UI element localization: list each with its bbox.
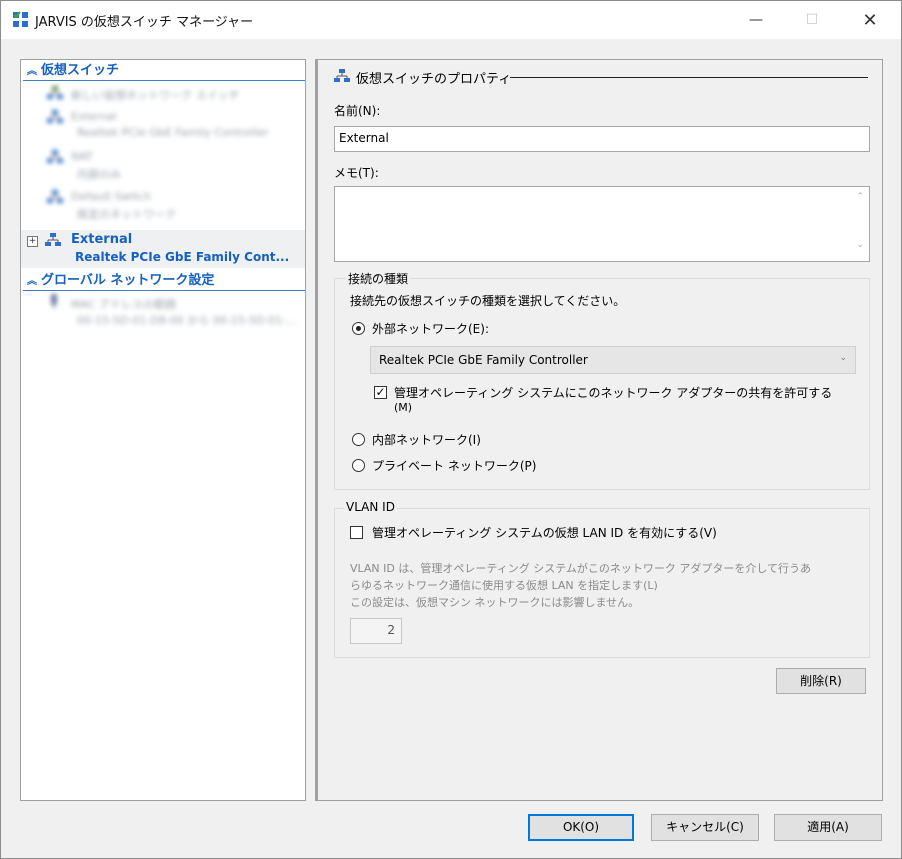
tree-item-external-selected[interactable]: + External Realtek PCIe GbE Family Cont.…: [21, 230, 305, 268]
enable-vlan-id-checkbox[interactable]: [350, 526, 363, 539]
tree-item-nat[interactable]: NAT 内部のみ: [23, 148, 305, 184]
tree-item-label: External: [71, 110, 117, 123]
name-label: 名前(N):: [334, 104, 381, 118]
network-switch-icon: [47, 86, 63, 99]
external-network-label: 外部ネットワーク(E):: [372, 322, 489, 336]
remove-button[interactable]: 削除(R): [776, 668, 866, 694]
apply-button[interactable]: 適用(A): [774, 814, 882, 841]
connection-type-description: 接続先の仮想スイッチの種類を選択してください。: [350, 294, 626, 308]
tree-item-external-blurred[interactable]: External Realtek PCIe GbE Family Control…: [23, 108, 305, 144]
window-title: JARVIS の仮想スイッチ マネージャー: [35, 15, 254, 30]
scroll-down-arrow-icon[interactable]: ⌄: [856, 240, 864, 250]
navigation-tree[interactable]: ︽ 仮想スイッチ 新しい仮想ネットワーク スイッチ External Realte…: [20, 59, 306, 801]
network-switch-icon: [47, 110, 63, 123]
vlan-description-line3: この設定は、仮想マシン ネットワークには影響しません。: [350, 596, 640, 609]
network-adapter-icon: [51, 294, 57, 308]
tree-item-label: NAT: [71, 150, 93, 163]
internal-network-radio[interactable]: [352, 433, 365, 446]
vlan-description-line1: VLAN ID は、管理オペレーティング システムがこのネットワーク アダプター…: [350, 562, 812, 575]
tree-item-sublabel: 00-15-5D-01-D8-00 から 00-15-5D-01-...: [77, 314, 297, 327]
selected-switch-adapter: Realtek PCIe GbE Family Cont...: [75, 250, 290, 264]
connection-type-title: 接続の種類: [346, 270, 411, 287]
private-network-label: プライベート ネットワーク(P): [372, 459, 537, 473]
internal-network-label: 内部ネットワーク(I): [372, 433, 481, 447]
allow-management-os-share-checkbox[interactable]: ✓: [374, 386, 387, 399]
virtual-switches-section-header[interactable]: ︽ 仮想スイッチ: [23, 62, 305, 81]
title-bar: JARVIS の仮想スイッチ マネージャー — ☐ ✕: [1, 1, 901, 39]
external-adapter-select[interactable]: Realtek PCIe GbE Family Controller ⌄: [370, 346, 856, 374]
network-switch-icon: [334, 69, 350, 82]
minimize-button[interactable]: —: [733, 1, 779, 39]
network-switch-icon: [47, 150, 63, 163]
tree-item-label: 新しい仮想ネットワーク スイッチ: [71, 89, 240, 102]
heading-divider: [510, 77, 868, 78]
tree-item-label: MAC アドレスの範囲: [71, 298, 176, 311]
private-network-radio[interactable]: [352, 459, 365, 472]
tree-item-mac-address-range[interactable]: MAC アドレスの範囲 00-15-5D-01-D8-00 から 00-15-5…: [23, 294, 305, 330]
cancel-button[interactable]: キャンセル(C): [651, 814, 759, 841]
allow-share-label-line1: 管理オペレーティング システムにこのネットワーク アダプターの共有を許可する: [394, 386, 833, 400]
notes-label: メモ(T):: [334, 166, 379, 180]
collapse-chevron-icon[interactable]: ︽: [23, 63, 41, 81]
external-adapter-value: Realtek PCIe GbE Family Controller: [379, 353, 588, 367]
allow-share-label-line2: (M): [394, 401, 413, 414]
external-network-radio[interactable]: [352, 322, 365, 335]
expand-plus-icon[interactable]: +: [27, 236, 38, 247]
notes-textarea[interactable]: [334, 186, 870, 262]
vlan-description-line2: らゆるネットワーク通信に使用する仮想 LAN を指定します(L): [350, 579, 658, 592]
tree-item-label: Default Switch: [71, 190, 152, 203]
tree-item-sublabel: 内部のみ: [77, 168, 121, 181]
properties-heading: 仮想スイッチのプロパティ: [356, 72, 512, 87]
enable-vlan-id-label: 管理オペレーティング システムの仮想 LAN ID を有効にする(V): [372, 526, 717, 540]
chevron-down-icon: ⌄: [839, 353, 847, 363]
tree-item-default-switch[interactable]: Default Switch 既定のネットワーク: [23, 188, 305, 224]
tree-item-sublabel: 既定のネットワーク: [77, 208, 176, 221]
selected-switch-name: External: [71, 232, 133, 247]
vlan-id-input[interactable]: 2: [350, 618, 402, 644]
properties-pane: 仮想スイッチのプロパティ 名前(N): External メモ(T): ⌃ ⌄ …: [315, 59, 883, 801]
maximize-button[interactable]: ☐: [789, 1, 835, 39]
global-network-settings-section-header[interactable]: ︽ グローバル ネットワーク設定: [23, 272, 305, 291]
name-input[interactable]: External: [334, 126, 870, 152]
switch-manager-app-icon: [13, 11, 28, 27]
tree-item-new-switch[interactable]: 新しい仮想ネットワーク スイッチ: [23, 84, 305, 104]
network-switch-icon: [47, 190, 63, 203]
scroll-up-arrow-icon[interactable]: ⌃: [856, 192, 864, 202]
close-button[interactable]: ✕: [847, 1, 893, 39]
global-settings-header-label: グローバル ネットワーク設定: [41, 273, 215, 288]
virtual-switches-header-label: 仮想スイッチ: [41, 63, 120, 78]
tree-item-sublabel: Realtek PCIe GbE Family Controller: [77, 126, 269, 139]
ok-button[interactable]: OK(O): [528, 814, 634, 841]
network-switch-icon: [45, 233, 61, 246]
collapse-chevron-icon[interactable]: ︽: [23, 273, 41, 291]
switch-manager-window: JARVIS の仮想スイッチ マネージャー — ☐ ✕ ︽ 仮想スイッチ 新しい仮…: [0, 0, 902, 859]
vlan-title: VLAN ID: [344, 500, 397, 514]
